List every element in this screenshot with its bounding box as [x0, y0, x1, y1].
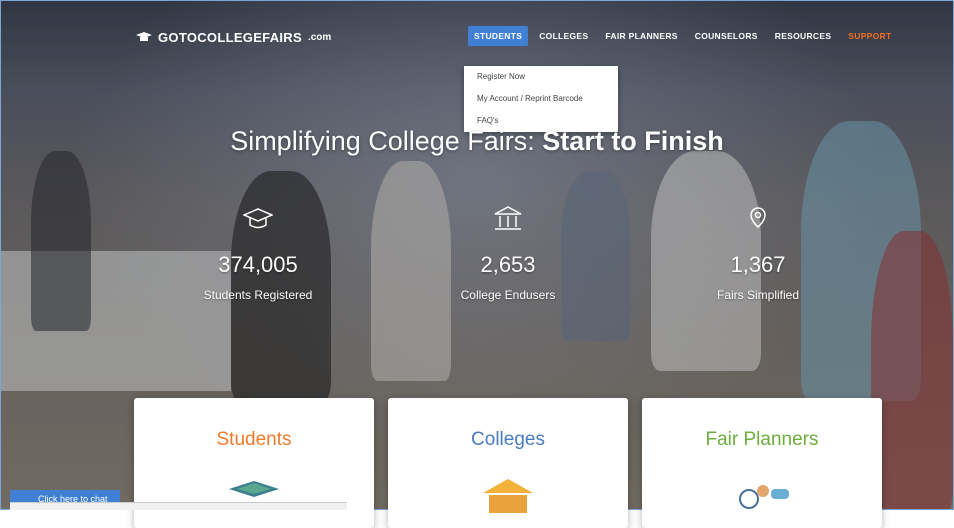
- menu-item-my-account[interactable]: My Account / Reprint Barcode: [464, 88, 618, 110]
- fair-planner-illustration-icon: [739, 485, 789, 509]
- college-building-icon: [494, 206, 522, 230]
- card-colleges[interactable]: Colleges: [388, 398, 628, 528]
- card-title: Students: [216, 429, 292, 450]
- top-navigation-bar: GOTOCOLLEGEFAIRS .com STUDENTS COLLEGES F…: [10, 24, 944, 50]
- nav-support[interactable]: SUPPORT: [842, 26, 897, 46]
- stat-label: College Endusers: [460, 288, 556, 302]
- graduation-cap-icon: [242, 208, 274, 229]
- site-logo[interactable]: GOTOCOLLEGEFAIRS .com: [136, 24, 331, 50]
- nav-counselors[interactable]: COUNSELORS: [689, 26, 764, 46]
- card-title: Fair Planners: [705, 429, 819, 450]
- students-dropdown-menu: Register Now My Account / Reprint Barcod…: [464, 66, 618, 132]
- hero-title: Simplifying College Fairs: Start to Fini…: [0, 126, 954, 157]
- nav-students[interactable]: STUDENTS: [468, 26, 529, 46]
- college-illustration-icon: [483, 479, 533, 513]
- card-title: Colleges: [471, 429, 545, 450]
- stat-label: Fairs Simplified: [716, 288, 800, 302]
- nav-colleges[interactable]: COLLEGES: [533, 26, 594, 46]
- stat-students: 374,005 Students Registered: [188, 205, 328, 302]
- hero-title-plain: Simplifying College Fairs:: [230, 126, 543, 156]
- stat-fairs: 1,367 Fairs Simplified: [688, 205, 828, 302]
- card-fair-planners[interactable]: Fair Planners: [642, 398, 882, 528]
- graduation-cap-icon: [136, 32, 152, 41]
- stat-value: 1,367: [730, 252, 786, 277]
- hero-title-bold: Start to Finish: [542, 126, 724, 156]
- main-nav: STUDENTS COLLEGES FAIR PLANNERS COUNSELO…: [468, 26, 903, 46]
- menu-item-register-now[interactable]: Register Now: [464, 66, 618, 88]
- stat-colleges: 2,653 College Endusers: [438, 205, 578, 302]
- brand-suffix: .com: [307, 31, 332, 43]
- map-pin-icon: [750, 207, 766, 228]
- browser-status-bar: [10, 502, 347, 510]
- stat-label: Students Registered: [203, 288, 313, 302]
- stat-value: 2,653: [480, 252, 536, 277]
- brand-name: GOTOCOLLEGEFAIRS: [158, 29, 302, 45]
- nav-fair-planners[interactable]: FAIR PLANNERS: [599, 26, 683, 46]
- nav-resources[interactable]: RESOURCES: [769, 26, 838, 46]
- stat-value: 374,005: [218, 252, 298, 277]
